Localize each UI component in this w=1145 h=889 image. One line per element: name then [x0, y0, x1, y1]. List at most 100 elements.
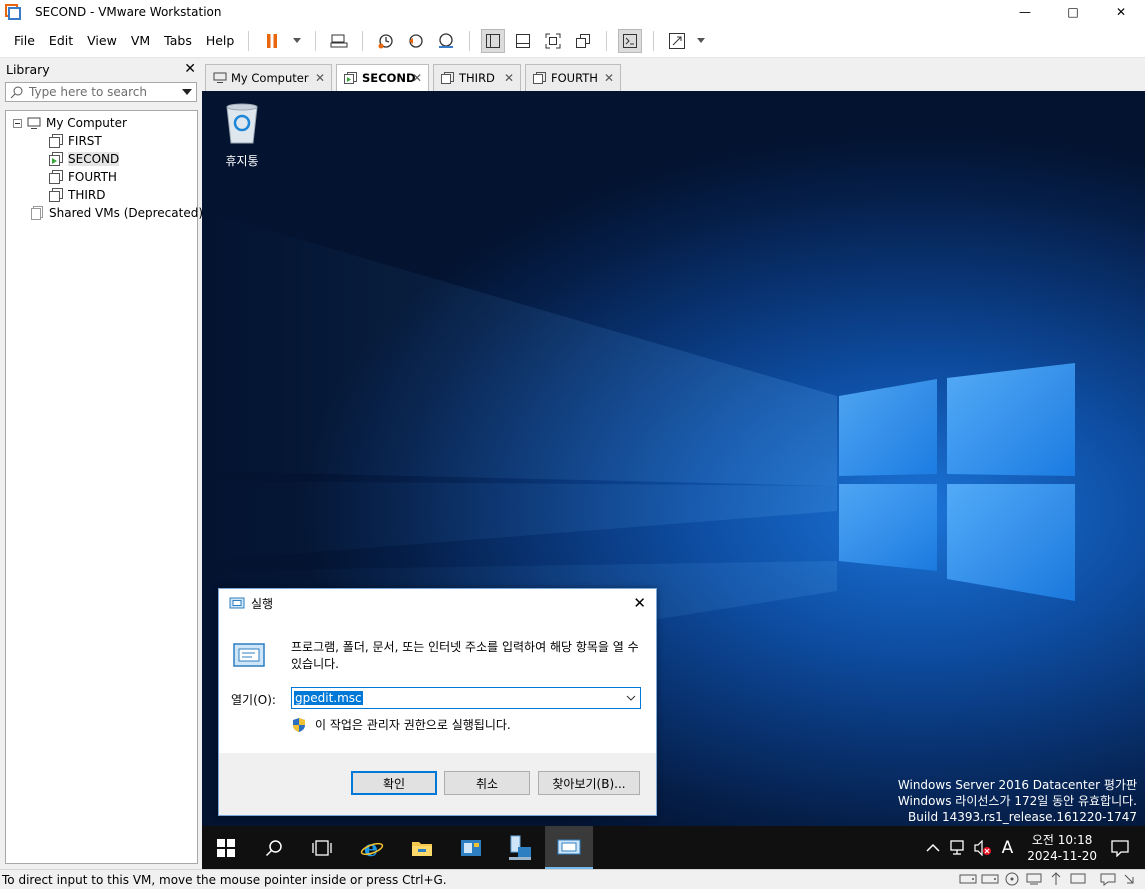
close-button[interactable]: ✕: [1097, 0, 1145, 24]
taskbar-internet-explorer[interactable]: e: [348, 826, 396, 869]
menu-vm[interactable]: VM: [125, 33, 156, 48]
open-label: 열기(O):: [231, 693, 276, 707]
tab-close-icon[interactable]: ✕: [412, 71, 422, 85]
chevron-down-icon[interactable]: [626, 691, 636, 705]
chevron-up-icon[interactable]: [926, 843, 940, 853]
vm-tabs: My Computer ✕ SECOND ✕ THIRD ✕ FOURTH ✕: [202, 58, 1145, 91]
menu-file[interactable]: File: [8, 33, 41, 48]
tab-close-icon[interactable]: ✕: [604, 71, 614, 85]
run-dialog-footer: 확인 취소 찾아보기(B)...: [219, 753, 656, 815]
menu-edit[interactable]: Edit: [43, 33, 79, 48]
window-title: SECOND - VMware Workstation: [35, 5, 222, 19]
tab-my-computer[interactable]: My Computer ✕: [205, 64, 332, 91]
chevron-down-icon[interactable]: [182, 89, 192, 95]
tree-item-my-computer[interactable]: My Computer: [13, 114, 127, 132]
computer-icon: [27, 117, 41, 129]
task-view-button[interactable]: [298, 826, 346, 869]
usb-icon[interactable]: [1047, 872, 1065, 886]
ok-button[interactable]: 확인: [351, 771, 437, 795]
tree-item-shared-vms[interactable]: Shared VMs (Deprecated): [30, 204, 203, 222]
toolbar-separator: [469, 30, 471, 51]
tree-item-first[interactable]: FIRST: [49, 132, 102, 150]
browse-button[interactable]: 찾아보기(B)...: [538, 771, 640, 795]
show-thumbnail-bar-button[interactable]: [511, 29, 535, 53]
menu-tabs[interactable]: Tabs: [158, 33, 198, 48]
tree-item-fourth[interactable]: FOURTH: [49, 168, 117, 186]
maximize-button[interactable]: □: [1049, 0, 1097, 24]
minimize-button[interactable]: —: [1001, 0, 1049, 24]
stretch-guest-button[interactable]: [665, 29, 689, 53]
revert-snapshot-button[interactable]: [404, 29, 428, 53]
display-icon[interactable]: [1069, 872, 1087, 886]
status-bar-toggle-icon[interactable]: [1121, 872, 1139, 886]
snapshot-manager-button[interactable]: [434, 29, 458, 53]
stretch-icon: [669, 32, 686, 49]
pause-button[interactable]: [260, 29, 284, 53]
tab-close-icon[interactable]: ✕: [504, 71, 514, 85]
library-close-icon[interactable]: ✕: [184, 61, 196, 77]
show-library-button[interactable]: [481, 28, 506, 53]
vmware-logo-icon: [5, 4, 21, 20]
unity-button[interactable]: [571, 29, 595, 53]
volume-muted-icon[interactable]: [974, 839, 992, 856]
vm-console[interactable]: 휴지통 Windows Server 2016 Datacenter 평가판 W…: [202, 91, 1145, 869]
power-dropdown-button[interactable]: [290, 29, 304, 53]
taskbar-run-dialog[interactable]: [545, 826, 593, 869]
run-dialog-description: 프로그램, 폴더, 문서, 또는 인터넷 주소를 입력하여 해당 항목을 열 수…: [291, 640, 639, 671]
taskbar-server-manager[interactable]: [447, 826, 495, 869]
recycle-bin-label: 휴지통: [225, 154, 259, 168]
tree-label: SECOND: [68, 152, 120, 166]
send-ctrl-alt-del-button[interactable]: [327, 29, 351, 53]
messages-icon[interactable]: [1099, 872, 1117, 886]
library-layout-icon: [486, 33, 501, 48]
take-snapshot-button[interactable]: [374, 29, 398, 53]
action-center-icon[interactable]: [1111, 839, 1129, 857]
hard-disk-icon[interactable]: [981, 872, 999, 886]
vm-icon: [533, 72, 546, 84]
tab-label: My Computer: [231, 71, 309, 85]
menu-view[interactable]: View: [81, 33, 123, 48]
network-adapter-icon[interactable]: [1025, 872, 1043, 886]
console-view-button[interactable]: [618, 28, 643, 53]
ime-indicator[interactable]: A: [1002, 838, 1014, 858]
search-icon: [265, 839, 282, 856]
network-icon[interactable]: [949, 839, 968, 856]
cd-dvd-icon[interactable]: [1003, 872, 1021, 886]
vm-running-icon: [49, 152, 63, 166]
taskbar-network-app[interactable]: [496, 826, 544, 869]
library-title: Library: [6, 61, 50, 77]
menu-help[interactable]: Help: [200, 33, 241, 48]
tab-second[interactable]: SECOND ✕: [336, 64, 429, 91]
vm-icon: [49, 134, 63, 148]
hard-disk-icon[interactable]: [959, 872, 977, 886]
tree-item-third[interactable]: THIRD: [49, 186, 105, 204]
toolbar-separator: [362, 30, 364, 51]
run-dialog-titlebar: 실행: [219, 589, 656, 617]
open-combobox[interactable]: gpedit.msc: [291, 687, 641, 709]
cancel-button[interactable]: 취소: [444, 771, 530, 795]
taskbar-file-explorer[interactable]: [398, 826, 446, 869]
search-placeholder: Type here to search: [29, 85, 147, 99]
taskbar-search-button[interactable]: [250, 826, 298, 869]
admin-note: 이 작업은 관리자 권한으로 실행됩니다.: [291, 716, 511, 733]
start-button[interactable]: [202, 826, 250, 869]
full-screen-button[interactable]: [541, 29, 565, 53]
library-search-input[interactable]: Type here to search: [5, 82, 197, 102]
tab-fourth[interactable]: FOURTH ✕: [525, 64, 621, 91]
folder-icon: [412, 841, 432, 856]
unity-icon: [576, 33, 591, 48]
run-icon: [557, 839, 581, 854]
pause-icon: [267, 33, 278, 48]
network-computer-icon: [509, 835, 531, 860]
tab-close-icon[interactable]: ✕: [315, 71, 325, 85]
open-input-value[interactable]: gpedit.msc: [294, 691, 363, 705]
tree-item-second[interactable]: SECOND: [49, 150, 120, 168]
taskbar-clock[interactable]: 오전 10:18 2024-11-20: [1027, 832, 1097, 864]
stretch-dropdown-button[interactable]: [695, 29, 707, 53]
run-dialog-close-icon[interactable]: ✕: [633, 594, 646, 612]
tab-third[interactable]: THIRD ✕: [433, 64, 521, 91]
fullscreen-icon: [545, 33, 561, 48]
collapse-icon[interactable]: [13, 118, 22, 128]
desktop-recycle-bin[interactable]: 휴지통: [220, 101, 264, 169]
tab-label: FOURTH: [551, 71, 598, 85]
